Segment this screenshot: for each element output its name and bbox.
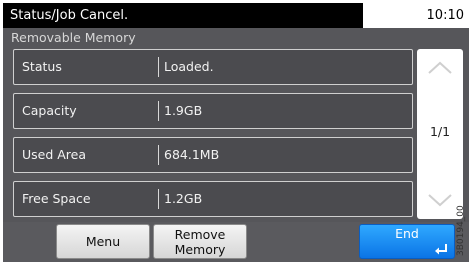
status-bar: Status/Job Cancel. 10:10 bbox=[3, 3, 469, 28]
page-indicator: 1/1 bbox=[429, 124, 451, 139]
screen-title: Status/Job Cancel. bbox=[3, 3, 363, 28]
row-label: Capacity bbox=[22, 103, 77, 118]
end-label: End bbox=[395, 226, 419, 241]
panel-title: Removable Memory bbox=[11, 30, 136, 45]
row-label: Used Area bbox=[22, 147, 87, 162]
page-scroller: 1/1 bbox=[417, 49, 463, 219]
row-value: 1.2GB bbox=[164, 191, 203, 206]
enter-icon bbox=[435, 244, 447, 255]
button-label-line2: Memory bbox=[174, 242, 226, 257]
chevron-up-icon bbox=[428, 61, 452, 74]
row-value: Loaded. bbox=[164, 59, 214, 74]
status-row: Status Loaded. bbox=[13, 49, 413, 85]
scroll-up-button[interactable] bbox=[422, 53, 458, 83]
divider bbox=[158, 145, 159, 165]
row-value: 1.9GB bbox=[164, 103, 203, 118]
free-space-row: Free Space 1.2GB bbox=[13, 181, 413, 217]
figure-code: 3B0194_00 bbox=[456, 205, 466, 256]
row-label: Free Space bbox=[22, 191, 91, 206]
divider bbox=[158, 57, 159, 77]
capacity-row: Capacity 1.9GB bbox=[13, 93, 413, 129]
divider bbox=[158, 101, 159, 121]
memory-panel: Removable Memory Status Loaded. Capacity… bbox=[3, 28, 469, 222]
button-label-line1: Remove bbox=[174, 227, 226, 242]
scroll-down-button[interactable] bbox=[422, 185, 458, 215]
end-button[interactable]: End bbox=[359, 224, 455, 259]
used-area-row: Used Area 684.1MB bbox=[13, 137, 413, 173]
chevron-down-icon bbox=[428, 194, 452, 207]
divider bbox=[158, 189, 159, 209]
row-label: Status bbox=[22, 59, 62, 74]
action-bar: Menu Remove Memory End bbox=[3, 222, 469, 262]
clock: 10:10 bbox=[363, 3, 469, 28]
remove-memory-button[interactable]: Remove Memory bbox=[153, 224, 247, 259]
menu-button[interactable]: Menu bbox=[56, 224, 150, 259]
row-value: 684.1MB bbox=[164, 147, 220, 162]
